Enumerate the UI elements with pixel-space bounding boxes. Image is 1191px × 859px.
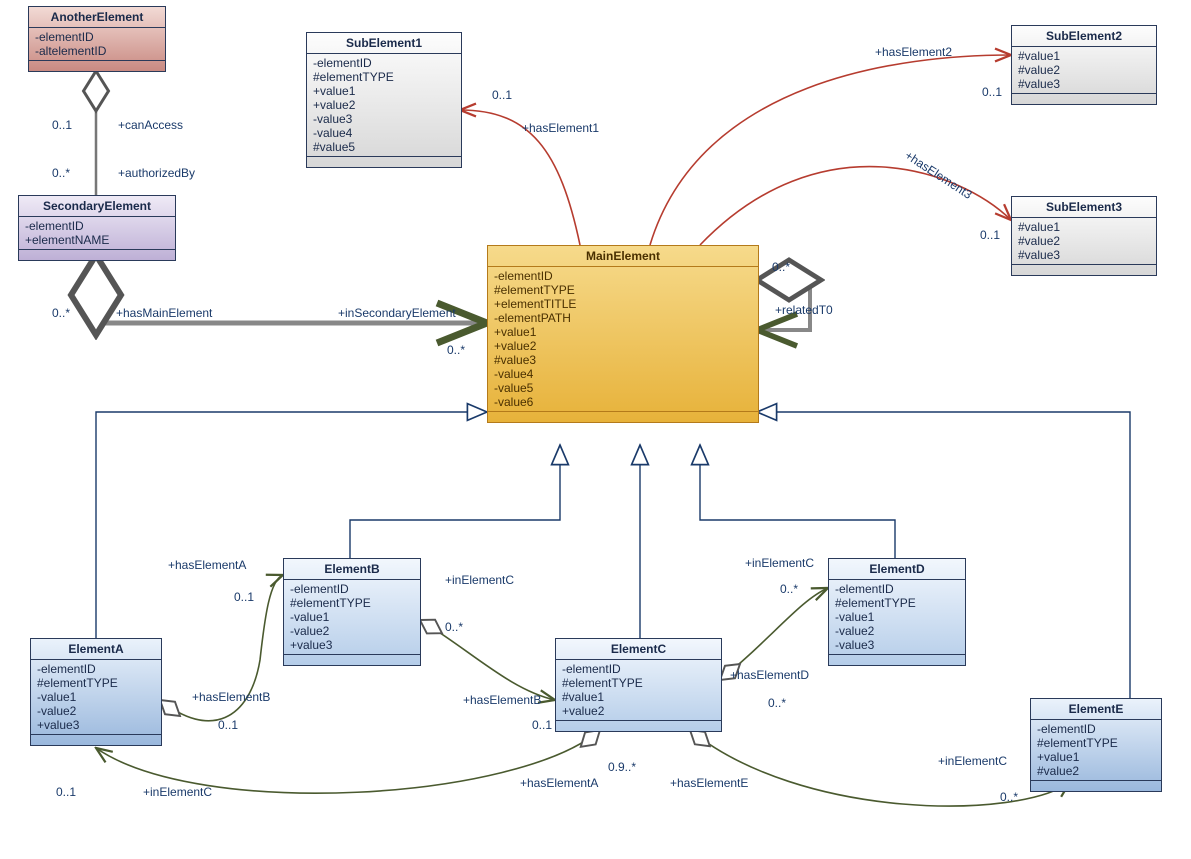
class-attrs: -elementID -altelementID — [29, 28, 165, 61]
label-has-element2: +hasElement2 — [875, 45, 952, 59]
mult-0s4: 0..* — [772, 260, 790, 274]
class-title: ElementA — [31, 639, 161, 660]
class-element-b: ElementB -elementID #elementTYPE -value1… — [283, 558, 421, 666]
label-in-element-c-b: +inElementC — [445, 573, 514, 587]
class-subelement2: SubElement2 #value1 #value2 #value3 — [1011, 25, 1157, 105]
mult-01h: 0..1 — [56, 785, 76, 799]
class-title: SubElement2 — [1012, 26, 1156, 47]
mult-0s: 0..* — [52, 166, 70, 180]
label-in-element-c-e: +inElementC — [938, 754, 1007, 768]
label-has-element-b: +hasElementB — [192, 690, 270, 704]
class-ops-empty — [29, 61, 165, 71]
class-title: SecondaryElement — [19, 196, 175, 217]
class-secondary-element: SecondaryElement -elementID +elementNAME — [18, 195, 176, 261]
label-has-element3: +hasElement3 — [902, 148, 974, 202]
mult-0s3: 0..* — [447, 343, 465, 357]
mult-01f: 0..1 — [218, 718, 238, 732]
class-attrs: #value1 #value2 #value3 — [1012, 47, 1156, 94]
mult-0s5: 0..* — [445, 620, 463, 634]
class-attrs: -elementID #elementTYPE +elementTITLE -e… — [488, 267, 758, 412]
class-attrs: -elementID #elementTYPE -value1 -value2 … — [31, 660, 161, 735]
class-element-d: ElementD -elementID #elementTYPE -value1… — [828, 558, 966, 666]
class-attrs: -elementID +elementNAME — [19, 217, 175, 250]
label-has-element-a: +hasElementA — [168, 558, 246, 572]
class-element-a: ElementA -elementID #elementTYPE -value1… — [30, 638, 162, 746]
label-in-element-c-a: +inElementC — [143, 785, 212, 799]
class-element-e: ElementE -elementID #elementTYPE +value1… — [1030, 698, 1162, 792]
label-in-element-c-d: +inElementC — [745, 556, 814, 570]
class-another-element: AnotherElement -elementID -altelementID — [28, 6, 166, 72]
class-main-element: MainElement -elementID #elementTYPE +ele… — [487, 245, 759, 423]
class-title: SubElement3 — [1012, 197, 1156, 218]
label-has-element-b2: +hasElementB — [463, 693, 541, 707]
class-attrs: -elementID #elementTYPE +value1 #value2 — [1031, 720, 1161, 781]
class-subelement1: SubElement1 -elementID #elementTYPE +val… — [306, 32, 462, 168]
class-title: ElementB — [284, 559, 420, 580]
mult-01d: 0..1 — [980, 228, 1000, 242]
mult-0s6: 0..* — [780, 582, 798, 596]
class-subelement3: SubElement3 #value1 #value2 #value3 — [1011, 196, 1157, 276]
label-has-main-element: +hasMainElement — [116, 306, 212, 320]
mult-01: 0..1 — [52, 118, 72, 132]
label-has-element-e: +hasElementE — [670, 776, 748, 790]
class-attrs: -elementID #elementTYPE -value1 -value2 … — [284, 580, 420, 655]
label-in-secondary-element: +inSecondaryElement — [338, 306, 456, 320]
class-attrs: -elementID #elementTYPE +value1 +value2 … — [307, 54, 461, 157]
mult-0p1: 0.9..* — [608, 760, 636, 774]
class-title: MainElement — [488, 246, 758, 267]
mult-0s12: 0..* — [1000, 790, 1018, 804]
label-authorized-by: +authorizedBy — [118, 166, 195, 180]
label-has-element-a-bot: +hasElementA — [520, 776, 598, 790]
mult-01b: 0..1 — [492, 88, 512, 102]
class-attrs: #value1 #value2 #value3 — [1012, 218, 1156, 265]
label-related-to: +relatedT0 — [775, 303, 833, 317]
mult-01e: 0..1 — [234, 590, 254, 604]
label-has-element1: +hasElement1 — [522, 121, 599, 135]
class-title: ElementD — [829, 559, 965, 580]
class-title: ElementC — [556, 639, 721, 660]
mult-01g: 0..1 — [532, 718, 552, 732]
mult-0s7: 0..* — [768, 696, 786, 710]
mult-01c: 0..1 — [982, 85, 1002, 99]
class-title: SubElement1 — [307, 33, 461, 54]
class-attrs: -elementID #elementTYPE #value1 +value2 — [556, 660, 721, 721]
class-element-c: ElementC -elementID #elementTYPE #value1… — [555, 638, 722, 732]
class-title: ElementE — [1031, 699, 1161, 720]
label-has-element-d: +hasElementD — [730, 668, 809, 682]
label-can-access: +canAccess — [118, 118, 183, 132]
class-attrs: -elementID #elementTYPE -value1 -value2 … — [829, 580, 965, 655]
class-title: AnotherElement — [29, 7, 165, 28]
mult-0s2: 0..* — [52, 306, 70, 320]
